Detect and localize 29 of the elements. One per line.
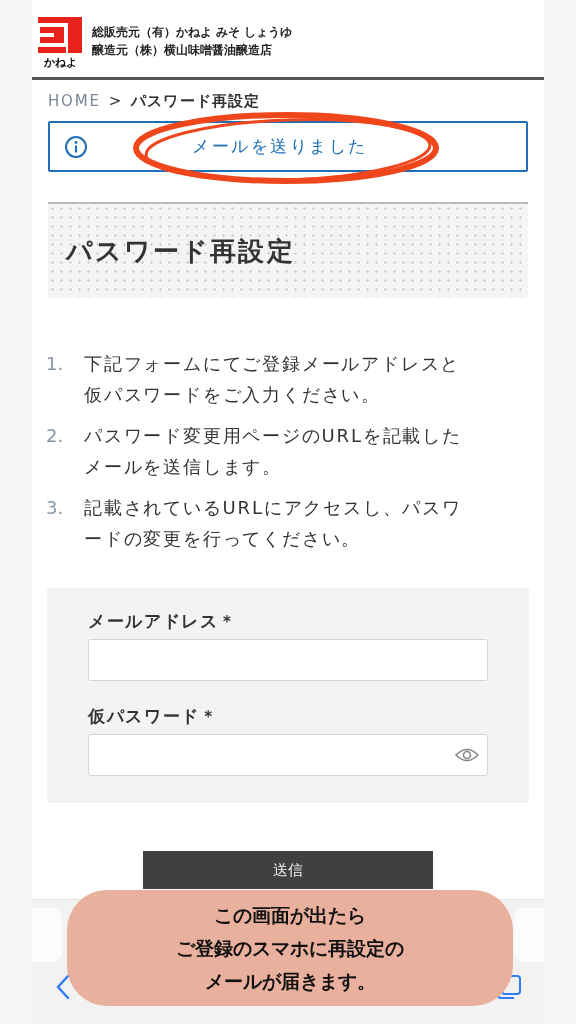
submit-button[interactable]: 送信 (143, 851, 433, 889)
info-icon (64, 134, 88, 159)
step-text: パスワード変更用ページのURLを記載したメールを送信します。 (84, 424, 463, 479)
breadcrumb-link[interactable]: HOME (48, 92, 101, 110)
callout-text: ご登録のスマホに再設定の (176, 935, 404, 961)
required-mark: * (222, 613, 231, 631)
logo-icon (38, 17, 82, 53)
password-field[interactable] (88, 734, 488, 776)
email-field[interactable] (88, 639, 488, 681)
step-number: 3. (46, 496, 64, 520)
step-number: 2. (46, 424, 64, 448)
eye-icon[interactable] (455, 747, 479, 763)
required-mark: * (204, 708, 213, 726)
page-title: パスワード再設定 (66, 234, 295, 268)
logo-text: かねよ (43, 55, 77, 70)
back-icon[interactable] (56, 974, 70, 1000)
breadcrumb-current: パスワード再設定 (131, 92, 261, 111)
alert-message: メールを送りました (191, 135, 369, 158)
field-label: メールアドレス (88, 610, 219, 633)
step-text: 記載されているURLにアクセスし、パスワードの変更を行ってください。 (84, 496, 463, 551)
step-text: 下記フォームにてご登録メールアドレスと仮パスワードをご入力ください。 (84, 352, 462, 407)
callout-text: この画面が出たら (214, 902, 366, 928)
company-name: 総販売元（有）かねよ みそ しょうゆ (92, 25, 292, 40)
breadcrumb-separator: > (108, 92, 124, 110)
company-name: 醸造元（株）横山味噌醤油醸造店 (92, 43, 273, 58)
step-number: 1. (46, 352, 64, 376)
field-label: 仮パスワード (88, 705, 201, 728)
callout-text: メールが届きます。 (204, 968, 376, 994)
tab-card[interactable] (514, 908, 544, 962)
